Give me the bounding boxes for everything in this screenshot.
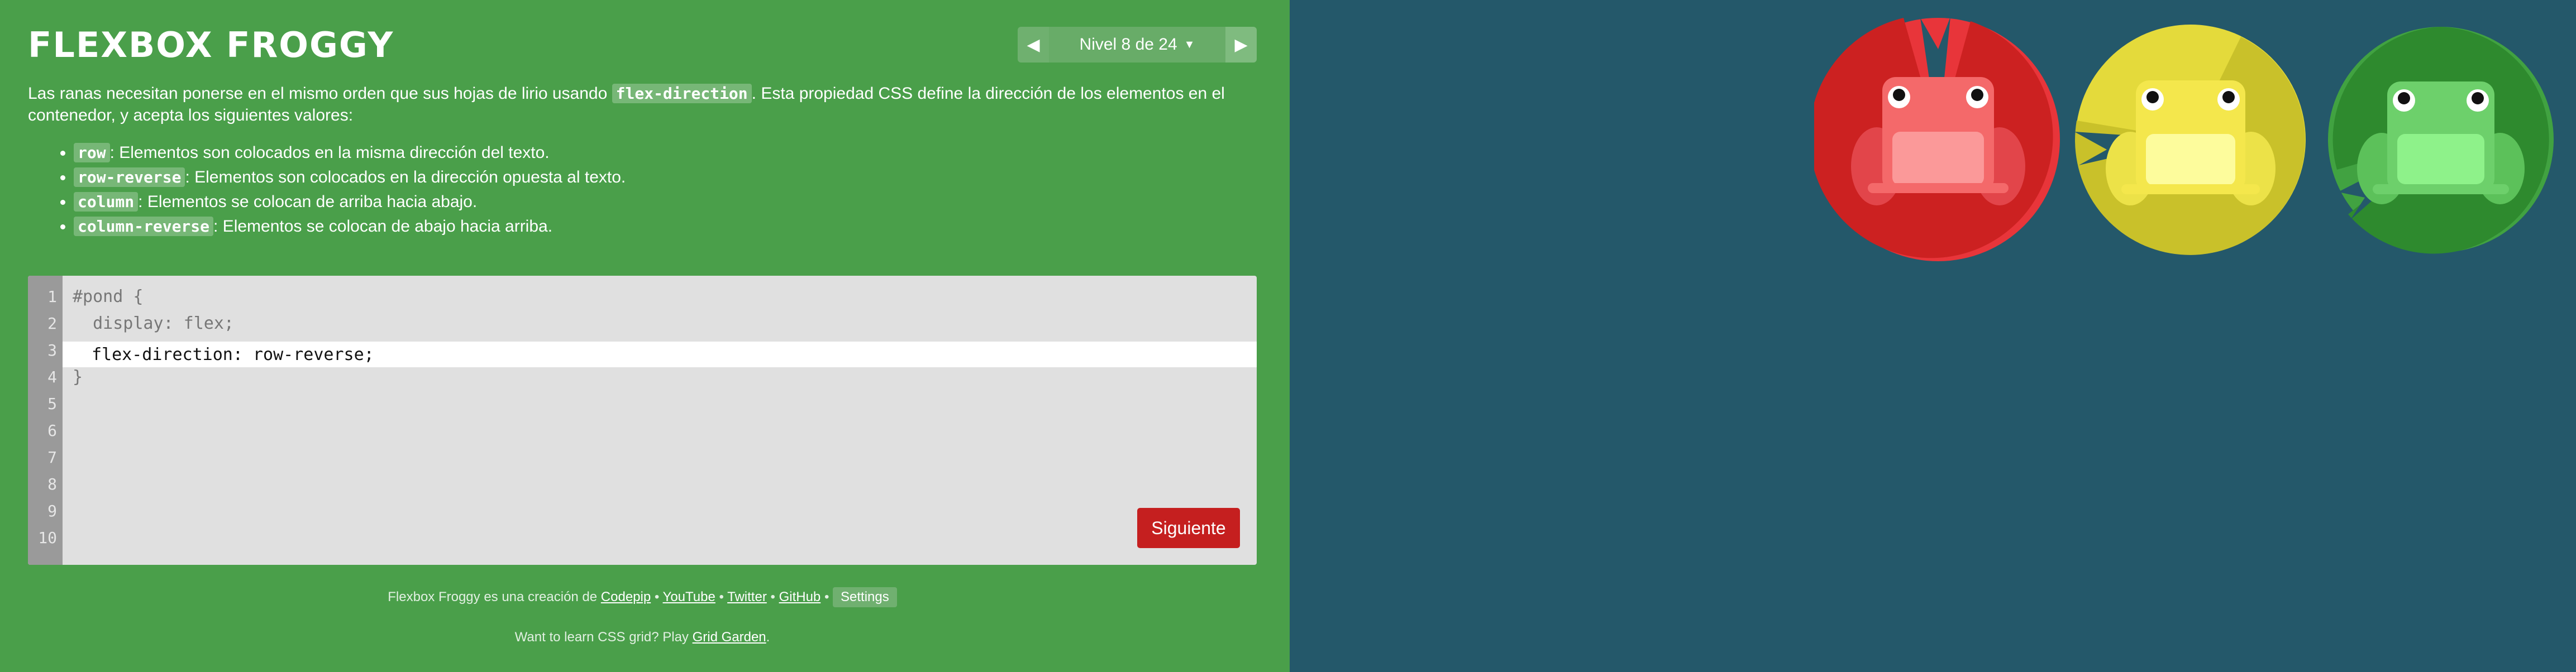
separator: • [715,589,728,604]
code-line-1: #pond { [73,287,144,306]
code-input-wrapper [63,342,1257,367]
yellow-lilypad [2074,25,2306,255]
code-line-2: display: flex; [73,314,234,333]
line-number: 8 [47,475,57,493]
line-number: 1 [47,287,57,306]
line-number: 4 [47,368,57,386]
instructions-text: Las ranas necesitan ponerse en el mismo … [28,84,612,103]
app-title: FLEXBOX FROGGY [28,25,394,65]
line-number-gutter: 1 2 3 4 5 6 7 8 9 10 [28,276,63,565]
level-label: Nivel 8 de 24 [1079,35,1177,54]
list-item: row: Elementos son colocados en la misma… [74,141,626,165]
next-button[interactable]: Siguiente [1137,508,1240,548]
grid-garden-promo: Want to learn CSS grid? Play Grid Garden… [0,630,1285,645]
sidebar: FLEXBOX FROGGY ◀ Nivel 8 de 24 ▼ ▶ Las r… [0,0,1290,672]
code-editor: 1 2 3 4 5 6 7 8 9 10 #pond { display: fl… [28,276,1257,565]
css-code-input[interactable] [63,342,1257,367]
line-number: 9 [47,502,57,520]
line-number: 2 [47,314,57,333]
value-description: : Elementos se colocan de arriba hacia a… [138,193,478,211]
triangle-left-icon: ◀ [1027,35,1040,54]
list-item: column-reverse: Elementos se colocan de … [74,214,626,239]
instructions: Las ranas necesitan ponerse en el mismo … [28,83,1246,126]
line-number: 3 [47,341,57,359]
line-number: 6 [47,421,57,440]
list-item: column: Elementos se colocan de arriba h… [74,190,626,214]
grid-garden-link[interactable]: Grid Garden [693,630,766,645]
twitter-link[interactable]: Twitter [727,589,767,604]
settings-button[interactable]: Settings [833,587,897,607]
github-link[interactable]: GitHub [779,589,821,604]
credit-text: Flexbox Froggy es una creación de [388,589,601,604]
separator: • [820,589,833,604]
value-code: row [74,143,110,162]
property-code: flex-direction [612,84,752,103]
value-description: : Elementos son colocados en la misma di… [109,143,550,162]
values-list: row: Elementos son colocados en la misma… [28,141,626,239]
caret-down-icon: ▼ [1184,38,1195,51]
codepip-link[interactable]: Codepip [601,589,651,604]
previous-level-button[interactable]: ◀ [1018,27,1049,63]
youtube-link[interactable]: YouTube [663,589,715,604]
level-navigation: ◀ Nivel 8 de 24 ▼ ▶ [1018,27,1257,63]
red-lilypad [1814,17,2060,261]
line-number: 10 [38,529,57,547]
promo-text: Want to learn CSS grid? Play [514,630,693,645]
triangle-right-icon: ▶ [1234,35,1248,54]
line-number: 5 [47,395,57,413]
green-lilypad [2328,27,2554,254]
line-number: 7 [47,448,57,467]
separator: • [766,589,779,604]
list-item: row-reverse: Elementos son colocados en … [74,165,626,190]
pond [1290,0,2576,672]
value-code: column [74,192,139,212]
separator: • [651,589,663,604]
level-select[interactable]: Nivel 8 de 24 ▼ [1049,27,1225,63]
value-code: row-reverse [74,167,185,187]
credits: Flexbox Froggy es una creación de Codepi… [0,587,1285,607]
value-description: : Elementos se colocan de abajo hacia ar… [213,217,553,236]
value-description: : Elementos son colocados en la direcció… [185,168,626,186]
next-level-button[interactable]: ▶ [1225,27,1257,63]
value-code: column-reverse [74,217,214,236]
code-line-4: } [73,367,83,387]
promo-period: . [766,630,770,645]
